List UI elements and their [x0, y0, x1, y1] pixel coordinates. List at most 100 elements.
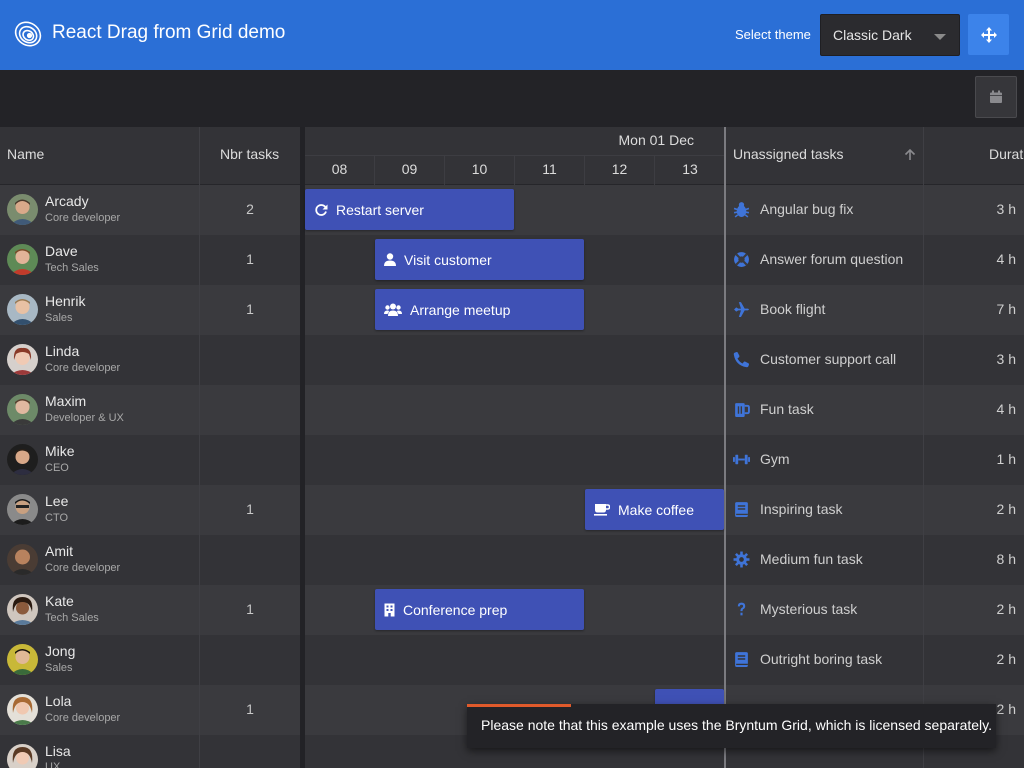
unassigned-task-name: Customer support call — [760, 351, 897, 367]
avatar — [7, 444, 38, 475]
task-count: 2 — [246, 201, 254, 217]
resource-role: Sales — [45, 662, 73, 674]
dumbbell-icon — [733, 454, 750, 465]
resource-role: Developer & UX — [45, 412, 124, 424]
column-header-nbr-tasks-label: Nbr tasks — [220, 146, 280, 162]
column-header-duration[interactable]: Duration — [924, 127, 1024, 185]
event-label: Restart server — [336, 201, 424, 218]
book-icon — [735, 502, 748, 517]
life-ring-icon — [734, 252, 749, 267]
column-header-name-label: Name — [7, 146, 45, 162]
table-row[interactable] — [0, 435, 1024, 485]
event-bar[interactable]: Visit customer — [375, 239, 584, 280]
event-label: Visit customer — [404, 251, 492, 268]
building-icon — [384, 603, 395, 616]
arrows-move-icon — [980, 26, 997, 43]
resource-role: CTO — [45, 512, 69, 524]
task-duration: 7 h — [996, 301, 1016, 317]
column-header-unassigned[interactable]: Unassigned tasks — [726, 127, 924, 185]
resource-name: Lisa — [45, 743, 71, 759]
users-icon — [384, 303, 402, 316]
unassigned-task-name: Gym — [760, 451, 790, 467]
bryntum-logo-icon — [14, 21, 42, 47]
task-count: 1 — [246, 301, 254, 317]
phone-icon — [733, 351, 750, 368]
event-bar[interactable]: Arrange meetup — [375, 289, 584, 330]
column-header-name[interactable]: Name — [0, 127, 200, 185]
resource-role: Core developer — [45, 362, 121, 374]
unassigned-task-name: Mysterious task — [760, 601, 858, 617]
resource-role: Tech Sales — [45, 612, 99, 624]
timeline-date-label: Mon 01 Dec — [618, 132, 694, 148]
task-duration: 2 h — [996, 501, 1016, 517]
event-bar[interactable]: Conference prep — [375, 589, 584, 630]
theme-select[interactable]: Classic Dark — [820, 14, 960, 56]
move-button[interactable] — [968, 14, 1009, 55]
avatar — [7, 244, 38, 275]
task-duration: 3 h — [996, 351, 1016, 367]
timeline-hour: 12 — [585, 156, 655, 185]
chevron-down-icon[interactable] — [934, 34, 946, 40]
resource-role: Core developer — [45, 562, 121, 574]
column-header-duration-label: Duration — [989, 146, 1024, 162]
resource-name: Amit — [45, 543, 73, 559]
resource-role: CEO — [45, 462, 69, 474]
avatar — [7, 294, 38, 325]
task-count: 1 — [246, 701, 254, 717]
timeline-hour: 09 — [375, 156, 445, 185]
avatar — [7, 594, 38, 625]
gear-icon — [733, 551, 750, 568]
avatar — [7, 694, 38, 725]
refresh-icon — [315, 203, 328, 216]
resource-name: Maxim — [45, 393, 87, 409]
avatar — [7, 194, 38, 225]
resource-name: Lee — [45, 493, 69, 509]
event-bar[interactable]: Restart server — [305, 189, 514, 230]
timeline-hour: 13 — [682, 161, 698, 177]
timeline-divider — [724, 127, 726, 768]
bug-icon — [733, 202, 750, 218]
resource-role: UX — [45, 761, 61, 768]
toolbar — [0, 70, 1024, 127]
resource-name: Lola — [45, 693, 72, 709]
avatar — [7, 494, 38, 525]
resource-role: Sales — [45, 312, 73, 324]
unassigned-task-name: Medium fun task — [760, 551, 863, 567]
avatar — [7, 644, 38, 675]
event-bar[interactable]: Make coffee — [585, 489, 724, 530]
resource-name: Dave — [45, 243, 78, 259]
sort-ascending-icon[interactable] — [904, 149, 916, 161]
resource-name: Linda — [45, 343, 80, 359]
timeline-date-row: Mon 01 Dec — [305, 127, 724, 156]
book-icon — [735, 652, 748, 667]
avatar — [7, 744, 38, 768]
timeline-hour: 11 — [515, 156, 585, 185]
calendar-button[interactable] — [975, 76, 1017, 118]
theme-select-value: Classic Dark — [833, 27, 912, 43]
table-row[interactable] — [0, 535, 1024, 585]
resource-name: Mike — [45, 443, 75, 459]
unassigned-task-name: Inspiring task — [760, 501, 843, 517]
table-row[interactable] — [0, 485, 1024, 535]
unassigned-task-name: Fun task — [760, 401, 814, 417]
toast-progress-bar — [467, 704, 571, 707]
task-duration: 4 h — [996, 251, 1016, 267]
app-window: React Drag from Grid demo Select theme C… — [0, 0, 1024, 768]
resource-name: Kate — [45, 593, 74, 609]
app-header: React Drag from Grid demo Select theme C… — [0, 0, 1024, 70]
resource-role: Core developer — [45, 712, 121, 724]
table-row[interactable] — [0, 385, 1024, 435]
resource-name: Jong — [45, 643, 76, 659]
column-header-unassigned-label: Unassigned tasks — [733, 146, 844, 162]
column-header-nbr-tasks[interactable]: Nbr tasks — [200, 127, 300, 185]
event-label: Make coffee — [618, 501, 695, 518]
resource-role: Core developer — [45, 212, 121, 224]
column-divider — [923, 127, 924, 768]
license-toast[interactable]: Please note that this example uses the B… — [467, 704, 996, 748]
unassigned-task-name: Outright boring task — [760, 651, 883, 667]
toast-message: Please note that this example uses the B… — [481, 717, 992, 733]
unassigned-task-name: Book flight — [760, 301, 826, 317]
resource-name: Henrik — [45, 293, 86, 309]
task-count: 1 — [246, 251, 254, 267]
event-label: Arrange meetup — [410, 301, 511, 318]
